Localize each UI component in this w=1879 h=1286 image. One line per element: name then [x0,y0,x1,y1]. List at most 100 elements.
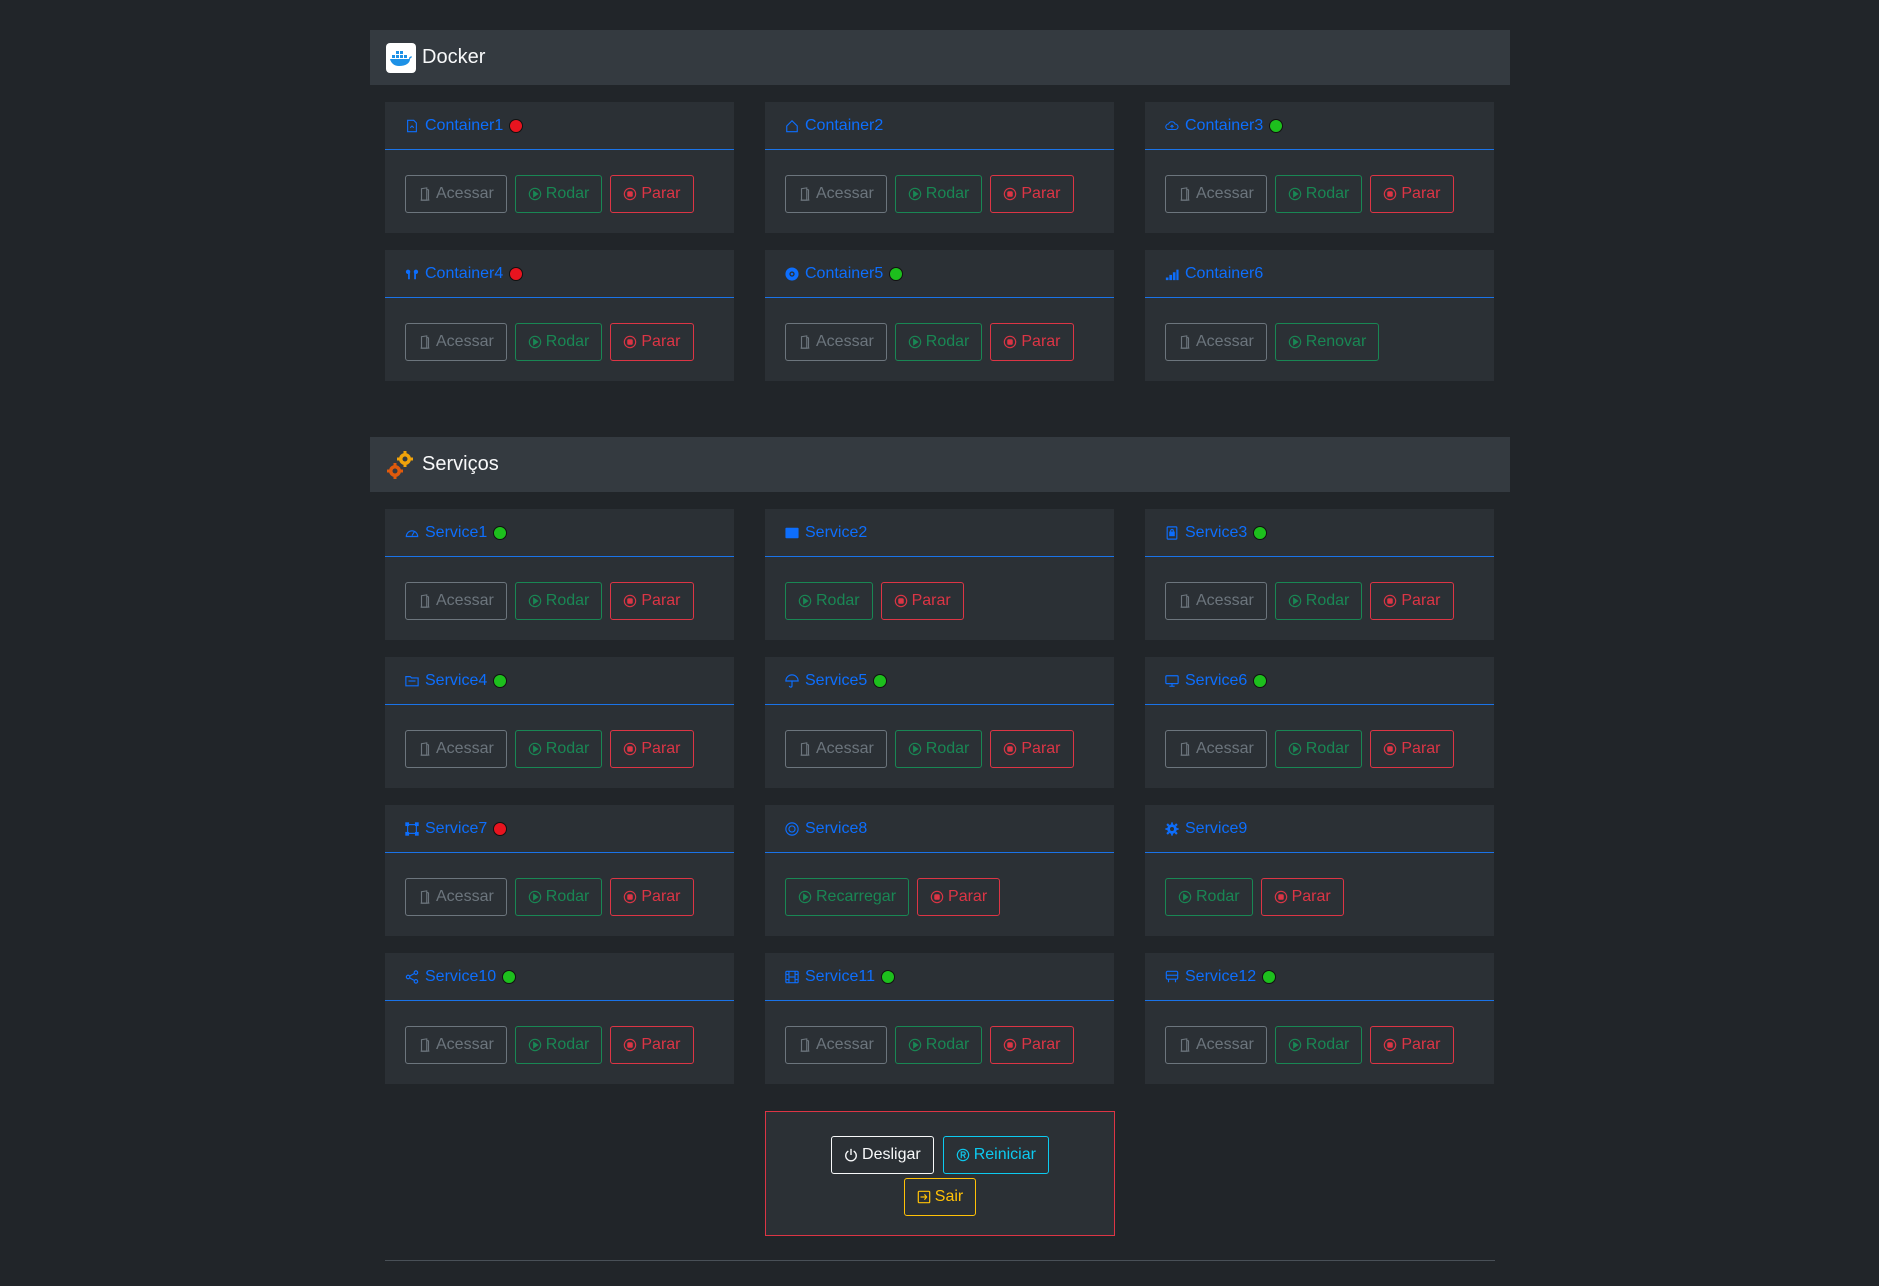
door-icon [418,594,432,608]
play-circle-icon [528,890,542,904]
stop-button[interactable]: Parar [917,878,1001,916]
restart-button[interactable]: Reiniciar [942,1136,1049,1174]
stop-button[interactable]: Parar [610,323,694,361]
status-indicator [889,266,904,281]
run-button[interactable]: Rodar [514,323,603,361]
container-card-actions: Acessar Rodar Parar [765,150,1114,213]
access-button[interactable]: Acessar [1165,323,1267,361]
run-button[interactable]: Rodar [894,323,983,361]
service-card: Service6 Acessar Rodar Parar [1145,657,1494,788]
container-name: Container5 [805,264,884,282]
gear-icon [1165,821,1179,836]
run-button[interactable]: Rodar [514,175,603,213]
shutdown-button[interactable]: Desligar [831,1136,934,1174]
status-indicator [873,673,888,688]
service-card-header: Service8 [765,805,1114,853]
stop-button[interactable]: Parar [990,730,1074,768]
run-button[interactable]: Rodar [514,878,603,916]
run-button-label: Rodar [925,333,970,350]
stop-button[interactable]: Parar [990,175,1074,213]
access-button[interactable]: Acessar [785,175,887,213]
run-button[interactable]: Rodar [514,1026,603,1064]
docker-logo-icon [386,42,416,73]
door-icon [798,742,812,756]
service-name: Service4 [425,671,488,689]
container-card: Container5 Acessar Rodar Parar [765,250,1114,381]
service-name: Service6 [1185,671,1248,689]
container-name: Container2 [805,116,884,134]
access-button[interactable]: Acessar [405,175,507,213]
container-card-header: Container2 [765,102,1114,150]
access-button[interactable]: Acessar [1165,175,1267,213]
services-section-header: Serviços [370,437,1510,492]
access-button[interactable]: Acessar [785,323,887,361]
stop-button[interactable]: Parar [990,323,1074,361]
access-button[interactable]: Acessar [1165,582,1267,620]
stop-button[interactable]: Parar [990,1026,1074,1064]
door-icon [418,742,432,756]
stop-button[interactable]: Parar [610,582,694,620]
file-lock-icon [1165,525,1179,540]
access-button[interactable]: Acessar [785,1026,887,1064]
access-button[interactable]: Acessar [1165,1026,1267,1064]
stop-circle-icon [1383,1038,1397,1052]
container-card-header: Container5 [765,250,1114,298]
stop-button[interactable]: Parar [1370,1026,1454,1064]
run-button[interactable]: Rodar [514,730,603,768]
run-button[interactable]: Rodar [785,582,873,620]
run-button-label: Rodar [545,1036,590,1053]
access-button-label: Acessar [1196,592,1254,609]
container-card: Container4 Acessar Rodar Parar [385,250,734,381]
run-button[interactable]: Rodar [894,175,983,213]
run-button-label: Rodar [545,592,590,609]
service-name: Service3 [1185,523,1248,541]
stop-circle-icon [623,594,637,608]
container-card-actions: Acessar Rodar Parar [765,298,1114,361]
stop-button[interactable]: Parar [1370,730,1454,768]
stop-button[interactable]: Parar [880,582,964,620]
stop-button-label: Parar [641,888,681,905]
renew-button[interactable]: Renovar [1274,323,1380,361]
run-button[interactable]: Rodar [514,582,603,620]
stop-button[interactable]: Parar [1370,175,1454,213]
run-button-label: Rodar [1196,888,1240,905]
access-button[interactable]: Acessar [405,1026,507,1064]
run-button-label: Rodar [925,1036,970,1053]
run-button[interactable]: Rodar [1274,1026,1363,1064]
stop-button[interactable]: Parar [610,1026,694,1064]
exit-button[interactable]: Sair [903,1178,977,1216]
folder-icon [405,674,419,688]
access-button[interactable]: Acessar [405,730,507,768]
power-icon [844,1148,858,1162]
stop-button[interactable]: Parar [610,878,694,916]
run-button[interactable]: Rodar [1274,175,1363,213]
play-circle-icon [1288,742,1302,756]
status-indicator [509,118,524,133]
run-button[interactable]: Rodar [1165,878,1253,916]
service-card-actions: Acessar Rodar Parar [1145,557,1494,620]
service-card-header: Service12 [1145,953,1494,1001]
run-button[interactable]: Rodar [894,730,983,768]
access-button[interactable]: Acessar [405,323,507,361]
service-card-actions: Acessar Rodar Parar [765,1001,1114,1064]
stop-button[interactable]: Parar [1260,878,1344,916]
access-button-label: Acessar [436,888,494,905]
stop-button[interactable]: Parar [610,175,694,213]
stop-button[interactable]: Parar [610,730,694,768]
door-icon [418,335,432,349]
stop-circle-icon [1003,1038,1017,1052]
stop-button[interactable]: Parar [1370,582,1454,620]
access-button[interactable]: Acessar [405,582,507,620]
access-button[interactable]: Acessar [405,878,507,916]
reload-button[interactable]: Recarregar [785,878,910,916]
run-button[interactable]: Rodar [1274,730,1363,768]
run-button-label: Rodar [545,740,590,757]
access-button[interactable]: Acessar [785,730,887,768]
service-card-actions: Rodar Parar [1145,853,1494,916]
access-button[interactable]: Acessar [1165,730,1267,768]
door-icon [1178,742,1192,756]
run-button[interactable]: Rodar [1274,582,1363,620]
status-indicator [502,969,517,984]
service-card-header: Service3 [1145,509,1494,557]
run-button[interactable]: Rodar [894,1026,983,1064]
